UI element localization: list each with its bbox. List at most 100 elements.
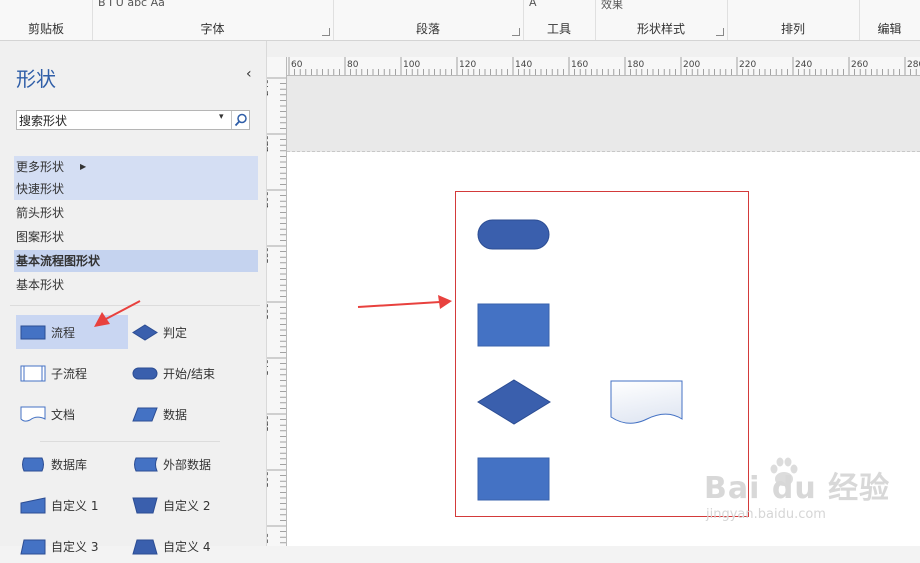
canvas-margin: [287, 76, 920, 152]
ribbon-group-font: B I U abc Aa 字体: [92, 0, 334, 40]
terminator-shape[interactable]: [477, 219, 551, 251]
shape-label: 子流程: [51, 367, 88, 381]
watermark: Bai du 经验 jingyan.baidu.com: [704, 455, 904, 535]
process-icon: [20, 325, 46, 340]
category-label: 快速形状: [16, 182, 65, 196]
shape-label: 文档: [51, 408, 76, 422]
ruler-label: 220: [739, 60, 756, 70]
subprocess-icon: [20, 365, 46, 382]
shape-item[interactable]: 开始/结束: [128, 356, 240, 390]
category-item[interactable]: 快速形状: [14, 178, 258, 200]
ruler-label: 80: [267, 532, 271, 544]
vertical-ruler-scale: 240 220 200 180 160 140 120 100 80: [261, 77, 286, 544]
shape-item[interactable]: 数据库: [16, 447, 128, 481]
ribbon-group-label: 字体: [200, 22, 225, 36]
ribbon-group-label: 工具: [546, 22, 571, 36]
shape-item[interactable]: 数据: [128, 397, 240, 431]
search-dropdown-icon[interactable]: ▾: [219, 112, 224, 122]
dialog-launcher-icon[interactable]: [512, 28, 520, 36]
ruler-label: 240: [267, 79, 271, 96]
category-label: 箭头形状: [16, 206, 65, 220]
custom-3-icon: [20, 539, 46, 555]
ruler-label: 200: [683, 60, 700, 70]
ribbon-tools-clipboard[interactable]: [6, 0, 86, 10]
data-icon: [132, 407, 158, 422]
document-icon: [20, 406, 46, 422]
shape-item[interactable]: 子流程: [16, 356, 128, 390]
ribbon-group-label: 形状样式: [636, 22, 685, 36]
ruler-label: 100: [267, 471, 271, 488]
ribbon-group-label: 编辑: [877, 22, 902, 36]
horizontal-ruler-scale: 60 80 100 120 140 160 180 200 220 240 260 280: [288, 57, 920, 75]
category-label: 基本形状: [16, 278, 65, 292]
annotation-arrow-to-frame: [357, 295, 452, 309]
database-icon: [22, 457, 44, 472]
shape-item[interactable]: 自定义 2: [128, 488, 240, 522]
ruler-label: 280: [907, 60, 920, 70]
ribbon-tools-tools[interactable]: A: [529, 0, 589, 10]
category-item[interactable]: 箭头形状: [14, 202, 258, 224]
custom-4-icon: [132, 539, 158, 555]
ruler-label: 140: [267, 359, 271, 376]
ruler-label: 140: [515, 60, 532, 70]
ruler-label: 240: [795, 60, 812, 70]
shape-label: 自定义 4: [163, 540, 211, 554]
external-data-icon: [134, 457, 158, 472]
ribbon: 剪贴板 B I U abc Aa 字体 段落 A 工具 效果 形状样式 排列 编辑: [0, 0, 920, 41]
ruler-label: 160: [267, 303, 271, 320]
ruler-label: 220: [267, 135, 271, 152]
category-label: 基本流程图形状: [16, 254, 101, 268]
collapse-panel-button[interactable]: ‹: [246, 66, 252, 82]
search-box: ▾: [16, 110, 250, 130]
ribbon-tools-font[interactable]: B I U abc Aa: [98, 0, 327, 10]
process-shape-1[interactable]: [477, 303, 551, 348]
shape-label: 自定义 2: [163, 499, 211, 513]
dialog-launcher-icon[interactable]: [322, 28, 330, 36]
ruler-label: 200: [267, 191, 271, 208]
shape-item[interactable]: 文档: [16, 397, 128, 431]
decision-shape[interactable]: [476, 379, 552, 425]
ruler-label: 120: [459, 60, 476, 70]
shape-label: 数据库: [51, 458, 88, 472]
search-button[interactable]: [231, 111, 250, 129]
category-item[interactable]: 更多形状 ▶: [14, 156, 258, 178]
ruler-label: 100: [403, 60, 420, 70]
shape-item[interactable]: 自定义 3: [16, 529, 128, 563]
shape-separator: [40, 441, 220, 442]
category-item[interactable]: 基本形状: [14, 274, 258, 296]
shape-label: 开始/结束: [163, 367, 216, 381]
shape-item[interactable]: 外部数据: [128, 447, 240, 481]
document-shape[interactable]: [609, 379, 685, 427]
shape-label: 自定义 3: [51, 540, 99, 554]
ruler-label: 180: [627, 60, 644, 70]
shape-label: 流程: [51, 326, 76, 340]
shape-label: 数据: [163, 408, 188, 422]
dialog-launcher-icon[interactable]: [716, 28, 724, 36]
custom-2-icon: [132, 497, 158, 514]
panel-title: 形状: [16, 67, 56, 91]
ribbon-tools-edit[interactable]: [865, 0, 914, 10]
ruler-label: 80: [347, 60, 359, 70]
shape-item[interactable]: 自定义 1: [16, 488, 128, 522]
ribbon-group-arrange: 排列: [727, 0, 860, 40]
ribbon-group-label: 排列: [780, 22, 805, 36]
category-item[interactable]: 图案形状: [14, 226, 258, 248]
horizontal-ruler: 60 80 100 120 140 160 180 200 220 240 260 280: [287, 57, 920, 76]
search-input[interactable]: [19, 111, 215, 129]
category-item[interactable]: 基本流程图形状: [14, 250, 258, 272]
ribbon-group-tools: A 工具: [523, 0, 596, 40]
ruler-label: 260: [851, 60, 868, 70]
ruler-label: 120: [267, 415, 271, 432]
process-shape-2[interactable]: [477, 457, 551, 502]
ribbon-group-label: 剪贴板: [27, 22, 64, 36]
ribbon-group-label: 段落: [415, 22, 440, 36]
ribbon-tools-arrange[interactable]: [733, 0, 853, 10]
ribbon-group-shape-style: 效果 形状样式: [595, 0, 728, 40]
annotation-arrow-to-process: [94, 300, 141, 327]
ribbon-tools-shape-style[interactable]: 效果: [601, 0, 721, 11]
ribbon-tools-paragraph[interactable]: [339, 0, 517, 10]
terminator-icon: [132, 367, 158, 380]
shape-item[interactable]: 自定义 4: [128, 529, 240, 563]
category-label: 图案形状: [16, 230, 65, 244]
ruler-label: 180: [267, 247, 271, 264]
